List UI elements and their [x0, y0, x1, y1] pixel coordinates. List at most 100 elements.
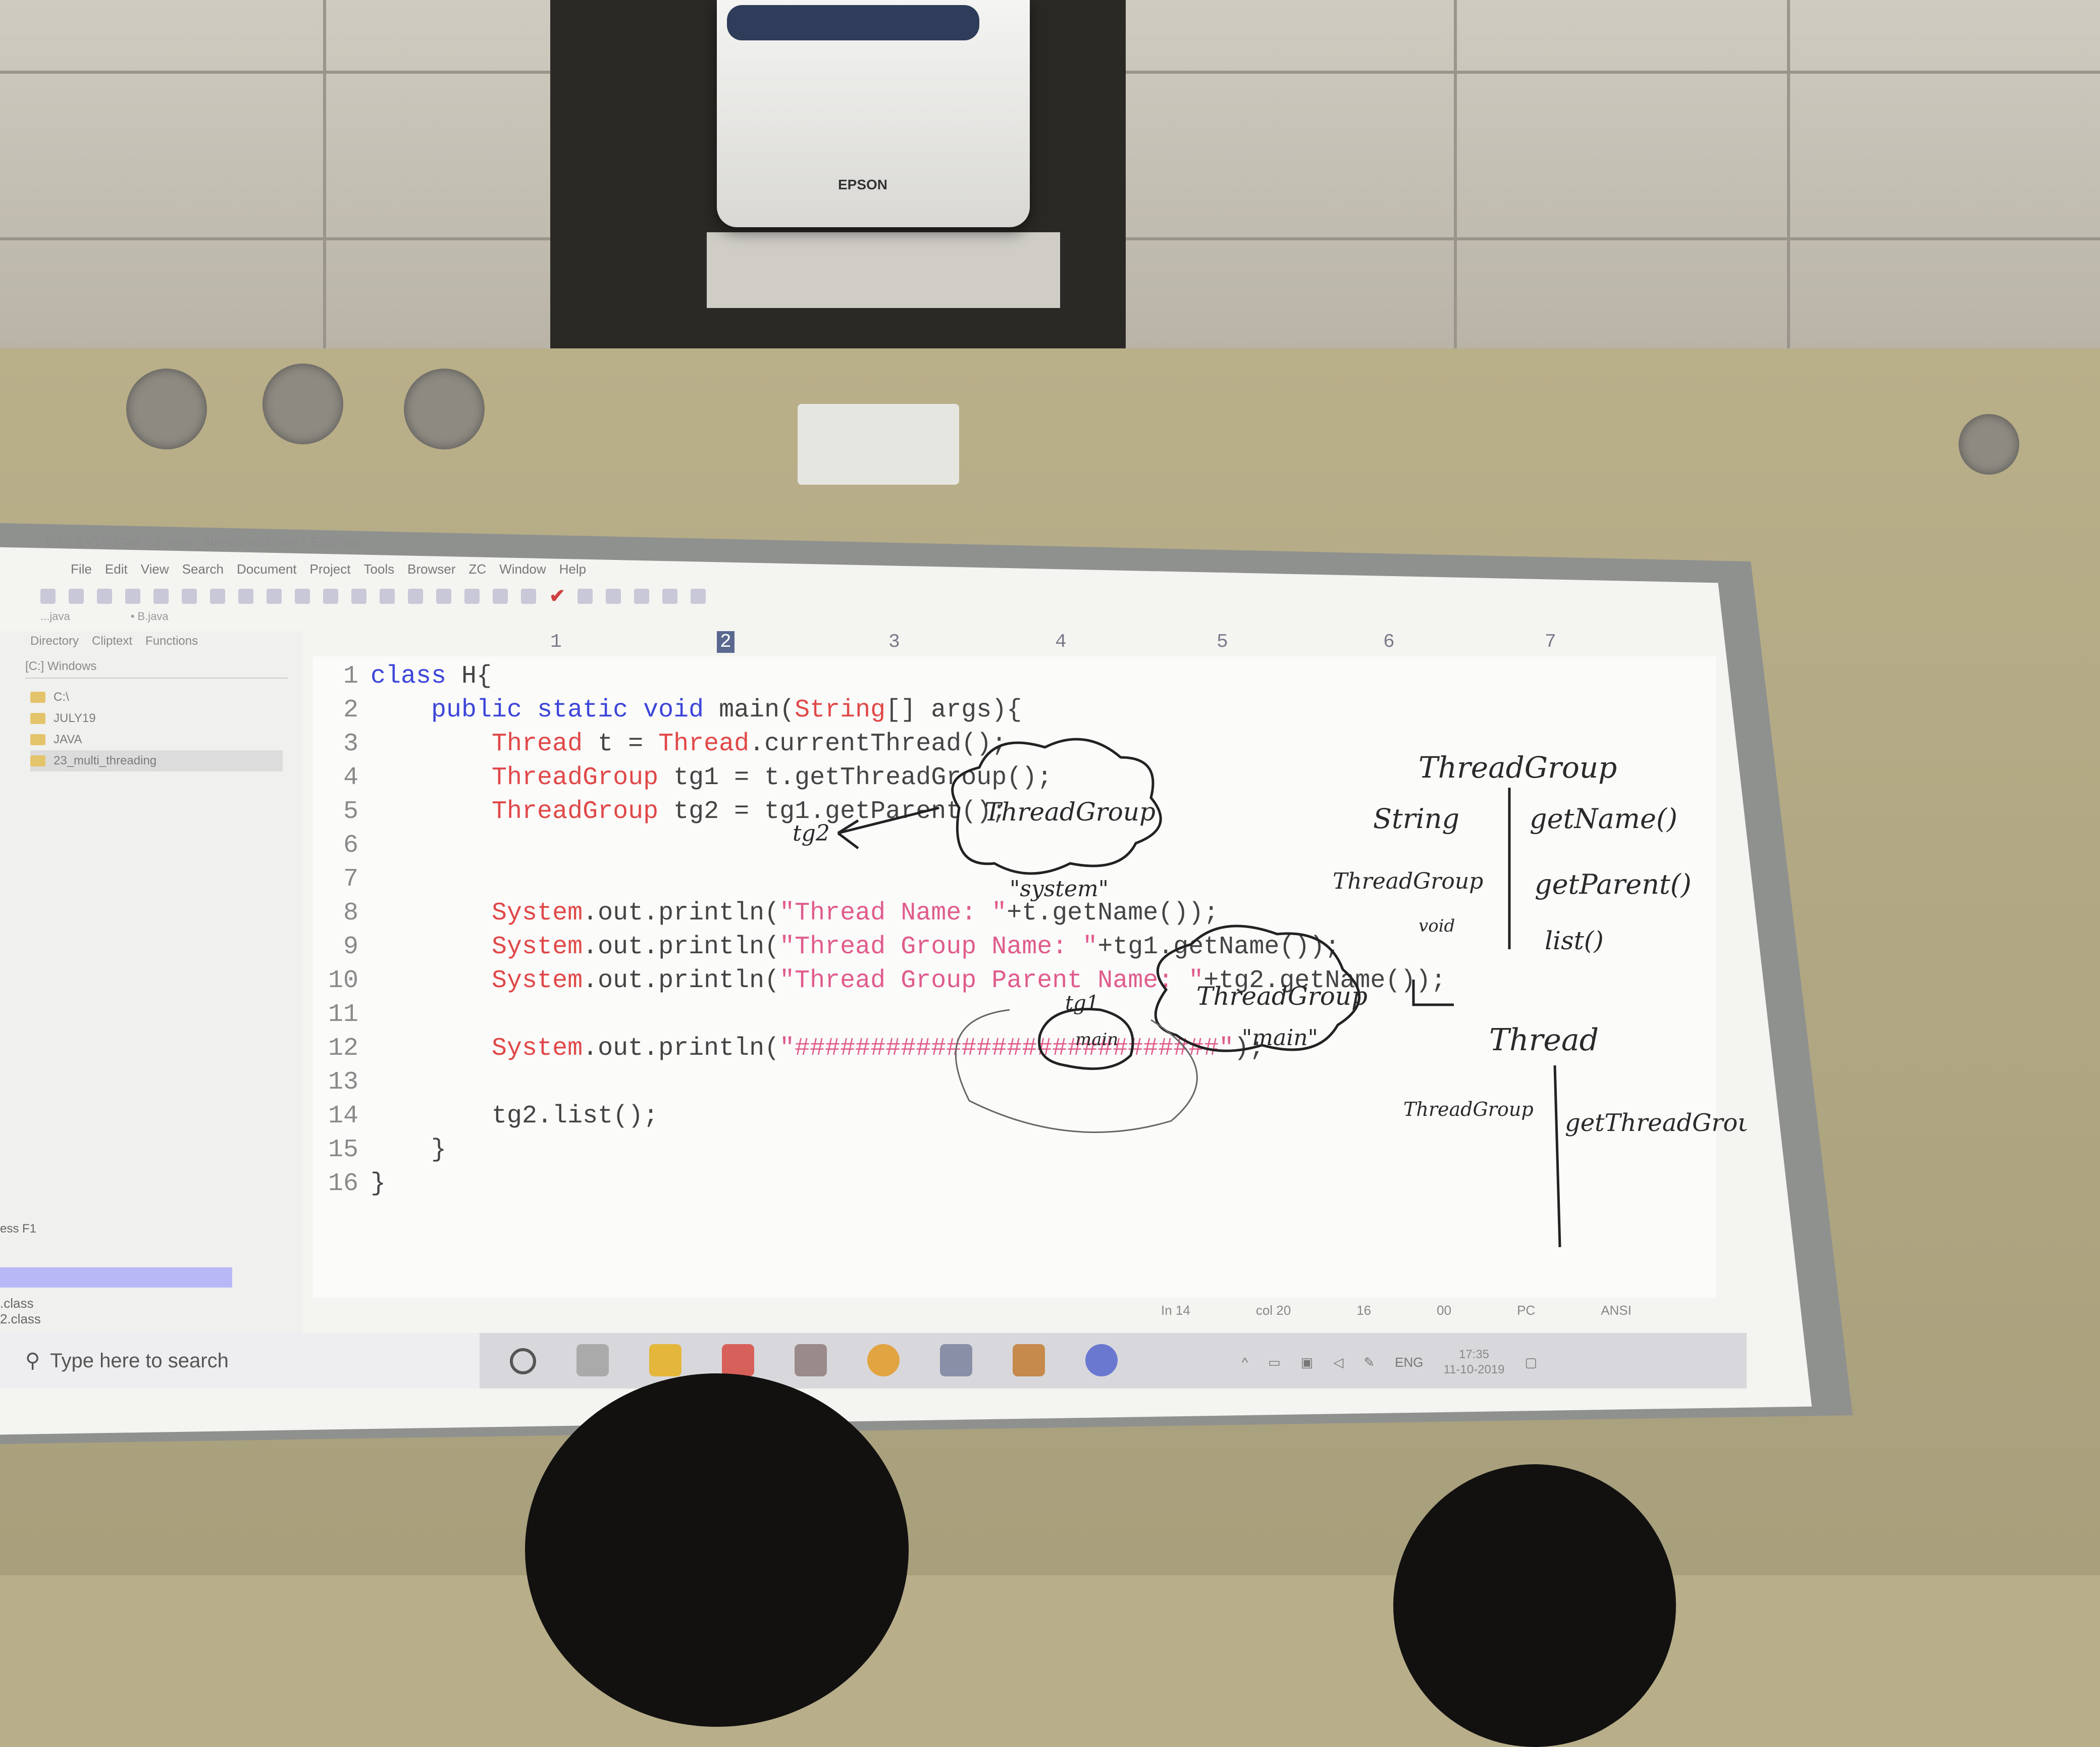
app-icon[interactable]: [1085, 1344, 1118, 1376]
menu-zc[interactable]: ZC: [468, 561, 486, 582]
line-number-icon[interactable]: [521, 589, 536, 604]
new-file-icon[interactable]: [40, 589, 56, 604]
code-line[interactable]: 12 System.out.println("#################…: [313, 1034, 1264, 1064]
fullscreen-icon[interactable]: [662, 589, 677, 604]
font-icon[interactable]: [408, 589, 423, 604]
speaker-disc: [404, 369, 485, 449]
word-wrap-icon[interactable]: [436, 589, 451, 604]
delete-icon[interactable]: [238, 589, 253, 604]
column-icon[interactable]: [464, 589, 480, 604]
code-line[interactable]: 13: [313, 1067, 371, 1098]
drive-select[interactable]: [C:] Windows: [25, 659, 288, 679]
file-tab-bar: ...java • B.java: [40, 610, 169, 628]
folder-item[interactable]: C:\: [30, 687, 283, 708]
code-line[interactable]: 6: [313, 831, 371, 861]
menu-document[interactable]: Document: [237, 561, 297, 582]
wall-sensor: [1959, 414, 2019, 475]
editplus-icon[interactable]: [1013, 1344, 1045, 1376]
code-line[interactable]: 9 System.out.println("Thread Group Name:…: [313, 932, 1340, 962]
window-cascade-icon[interactable]: [606, 589, 621, 604]
ceiling-tile-line: [1787, 0, 1790, 348]
language-indicator[interactable]: ENG: [1395, 1355, 1423, 1370]
folder-item[interactable]: 23_multi_threading: [30, 750, 283, 772]
network-icon[interactable]: ▣: [1301, 1355, 1314, 1370]
code-line[interactable]: 2 public static void main(String[] args)…: [313, 695, 1022, 726]
code-line[interactable]: 3 Thread t = Thread.currentThread();: [313, 729, 1007, 759]
redo-icon[interactable]: [295, 589, 310, 604]
code-line[interactable]: 11: [313, 1000, 371, 1030]
app-icon[interactable]: [795, 1344, 827, 1376]
speaker-disc: [262, 364, 343, 444]
save-icon[interactable]: [97, 589, 112, 604]
menu-file[interactable]: File: [71, 561, 92, 582]
code-line[interactable]: 7: [313, 864, 371, 895]
volume-icon[interactable]: ◁: [1333, 1355, 1343, 1370]
undo-icon[interactable]: [267, 589, 282, 604]
toolbar: ✔: [40, 586, 899, 607]
ruler-icon[interactable]: [493, 589, 508, 604]
find-icon[interactable]: [323, 589, 338, 604]
status-line: In 14: [1161, 1303, 1190, 1318]
menu-edit[interactable]: Edit: [105, 561, 128, 582]
line-number: 3: [343, 730, 358, 758]
menu-tools[interactable]: Tools: [363, 561, 394, 582]
replace-icon[interactable]: [351, 589, 366, 604]
paste-icon[interactable]: [210, 589, 225, 604]
tab-functions[interactable]: Functions: [145, 634, 198, 648]
code-editor[interactable]: 1 class H{2 public static void main(Strin…: [313, 656, 1716, 1298]
task-view-icon[interactable]: [576, 1344, 609, 1376]
taskbar-search[interactable]: ⚲ Type here to search: [0, 1333, 480, 1389]
code-line[interactable]: 16}: [313, 1169, 386, 1199]
code-line[interactable]: 10 System.out.println("Thread Group Pare…: [313, 966, 1446, 996]
folder-tree: C:\ JULY19 JAVA 23_multi_threading: [30, 687, 283, 772]
menu-search[interactable]: Search: [182, 561, 224, 582]
code-token: main(: [704, 696, 795, 725]
pen-icon[interactable]: ✎: [1363, 1355, 1375, 1370]
window-tile-icon[interactable]: [578, 589, 593, 604]
code-line[interactable]: 1 class H{: [313, 661, 492, 692]
sidebar-tabs: Directory Cliptext Functions: [30, 634, 198, 648]
open-file-icon[interactable]: [69, 589, 84, 604]
file-item[interactable]: .class: [0, 1296, 232, 1311]
line-number: 6: [343, 831, 358, 860]
battery-icon[interactable]: ▭: [1268, 1355, 1281, 1370]
menu-help[interactable]: Help: [559, 561, 586, 582]
file-explorer-icon[interactable]: [649, 1344, 681, 1376]
window-split-icon[interactable]: [634, 589, 649, 604]
menu-project[interactable]: Project: [310, 561, 351, 582]
file-tab[interactable]: • B.java: [131, 610, 169, 628]
goto-icon[interactable]: [380, 589, 395, 604]
folder-item[interactable]: JULY19: [30, 708, 283, 729]
paint-icon[interactable]: [722, 1344, 754, 1376]
spell-check-icon[interactable]: ✔: [549, 587, 565, 606]
chrome-icon[interactable]: [867, 1344, 900, 1376]
chevron-up-icon[interactable]: ^: [1242, 1355, 1248, 1370]
notification-icon[interactable]: ▢: [1525, 1355, 1537, 1370]
cortana-icon[interactable]: [510, 1348, 536, 1374]
tab-directory[interactable]: Directory: [30, 634, 79, 648]
code-line[interactable]: 4 ThreadGroup tg1 = t.getThreadGroup();: [313, 763, 1052, 793]
print-icon[interactable]: [125, 589, 140, 604]
code-line[interactable]: 5 ThreadGroup tg2 = tg1.getParent();: [313, 797, 1007, 827]
file-item[interactable]: 2.class: [0, 1311, 232, 1327]
search-icon: ⚲: [25, 1350, 40, 1372]
file-tab[interactable]: ...java: [40, 610, 70, 628]
copy-icon[interactable]: [182, 589, 197, 604]
code-line[interactable]: 15 }: [313, 1135, 446, 1165]
menu-window[interactable]: Window: [499, 561, 546, 582]
cut-icon[interactable]: [153, 589, 169, 604]
tab-cliptext[interactable]: Cliptext: [92, 634, 132, 648]
menu-browser[interactable]: Browser: [407, 561, 455, 582]
code-token: +t.getName());: [1007, 899, 1219, 928]
folder-item[interactable]: JAVA: [30, 729, 283, 750]
ceiling-tile-line: [323, 0, 326, 348]
menu-view[interactable]: View: [141, 561, 169, 582]
clock[interactable]: 17:35 11-10-2019: [1444, 1347, 1505, 1377]
selected-file-row[interactable]: [0, 1267, 232, 1288]
code-line[interactable]: 14 tg2.list();: [313, 1101, 658, 1132]
help-icon[interactable]: [691, 589, 706, 604]
notepad-icon[interactable]: [940, 1344, 972, 1376]
code-line[interactable]: 8 System.out.println("Thread Name: "+t.g…: [313, 898, 1219, 929]
